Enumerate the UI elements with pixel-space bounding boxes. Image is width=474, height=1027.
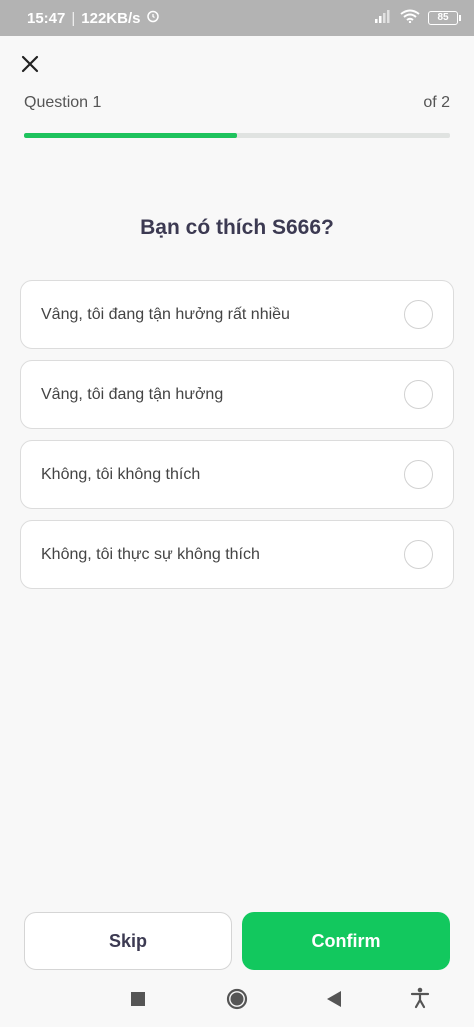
back-button[interactable]	[326, 990, 342, 1013]
radio-button[interactable]	[404, 540, 433, 569]
confirm-button[interactable]: Confirm	[242, 912, 450, 970]
status-left: 15:47 | 122KB/s	[27, 9, 160, 27]
close-button[interactable]	[16, 52, 44, 80]
home-button[interactable]	[226, 988, 248, 1015]
answer-option[interactable]: Không, tôi không thích	[20, 440, 454, 509]
square-recents-icon	[130, 991, 146, 1012]
status-right: 85	[374, 9, 461, 27]
answer-option[interactable]: Vâng, tôi đang tận hưởng	[20, 360, 454, 429]
signal-bars-icon	[374, 9, 392, 27]
status-divider: |	[71, 9, 76, 27]
radio-button[interactable]	[404, 380, 433, 409]
circle-home-icon	[226, 988, 248, 1015]
radio-button[interactable]	[404, 460, 433, 489]
triangle-back-icon	[326, 990, 342, 1013]
battery-level: 85	[437, 12, 449, 23]
recents-button[interactable]	[130, 991, 146, 1012]
survey-screen: 15:47 | 122KB/s 85 Question 1 of 2 Bạn c…	[0, 0, 474, 1027]
question-counter: Question 1	[24, 94, 102, 111]
total-counter: of 2	[423, 94, 450, 111]
answer-options: Vâng, tôi đang tận hưởng rất nhiều Vâng,…	[20, 280, 454, 600]
answer-option-label: Không, tôi không thích	[41, 465, 201, 483]
status-time: 15:47	[27, 9, 66, 27]
progress-labels: Question 1 of 2	[24, 94, 450, 112]
progress-bar-fill	[24, 133, 237, 138]
battery-icon: 85	[428, 11, 461, 25]
close-icon	[20, 54, 40, 79]
progress-bar	[24, 133, 450, 138]
accessibility-button[interactable]	[410, 987, 430, 1014]
accessibility-icon	[410, 987, 430, 1014]
system-nav-bar	[0, 972, 474, 1027]
status-bar: 15:47 | 122KB/s 85	[0, 0, 474, 36]
network-speed: 122KB/s	[81, 9, 141, 27]
answer-option-label: Vâng, tôi đang tận hưởng rất nhiều	[41, 305, 290, 323]
answer-option-label: Không, tôi thực sự không thích	[41, 545, 260, 563]
wifi-icon	[400, 9, 420, 27]
skip-button[interactable]: Skip	[24, 912, 232, 970]
answer-option[interactable]: Vâng, tôi đang tận hưởng rất nhiều	[20, 280, 454, 349]
answer-option[interactable]: Không, tôi thực sự không thích	[20, 520, 454, 589]
radio-button[interactable]	[404, 300, 433, 329]
question-title: Bạn có thích S666?	[140, 216, 334, 239]
alarm-clock-icon	[146, 9, 160, 27]
answer-option-label: Vâng, tôi đang tận hưởng	[41, 385, 224, 403]
